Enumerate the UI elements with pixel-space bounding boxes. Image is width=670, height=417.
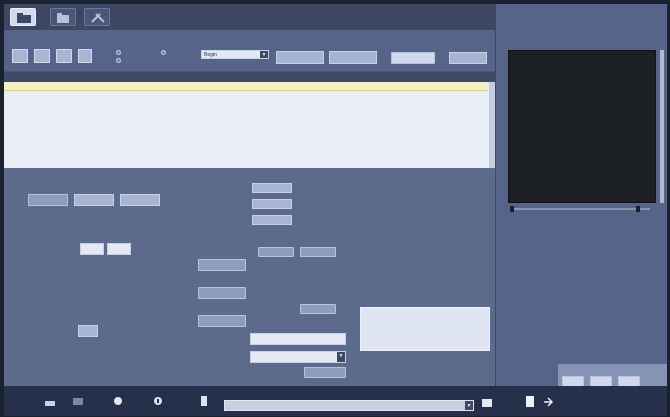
filter-button-4[interactable] (78, 49, 92, 63)
filter-button-1[interactable] (12, 49, 28, 63)
start-icon[interactable] (44, 395, 56, 407)
search-button[interactable] (391, 52, 435, 64)
left-input-a[interactable] (80, 243, 104, 255)
preview-panel (495, 4, 667, 416)
taskbar: ▼ (4, 386, 667, 416)
mid-input[interactable] (250, 333, 346, 345)
left-field-1[interactable] (74, 194, 114, 206)
mid-field[interactable] (252, 183, 292, 193)
folder-icon[interactable] (72, 395, 84, 407)
left-field-3[interactable] (78, 325, 98, 337)
tab-tools-button[interactable] (84, 8, 110, 26)
mid-select[interactable]: ▼ (250, 351, 346, 363)
filter-bar: Begin ▼ (4, 30, 495, 72)
preview-slider[interactable] (510, 206, 650, 212)
mid-left-button-3[interactable] (198, 315, 246, 327)
left-button-1[interactable] (28, 194, 68, 206)
mid-left-button-2[interactable] (198, 287, 246, 299)
document-icon[interactable] (524, 395, 536, 409)
mid-field[interactable] (252, 215, 292, 225)
filter-select-value: Begin (204, 52, 217, 58)
apply-button[interactable] (304, 367, 346, 378)
filter-field-4[interactable] (449, 52, 487, 64)
results-table (4, 72, 495, 168)
radio-option-2[interactable] (116, 58, 121, 63)
preview-scrollbar[interactable] (660, 50, 664, 203)
table-header (4, 72, 495, 82)
command-input[interactable]: ▼ (224, 400, 474, 411)
radio-option-1[interactable] (116, 50, 121, 55)
mid-right-button-1[interactable] (258, 247, 294, 257)
radio-option-3[interactable] (161, 50, 166, 55)
main-toolbar (4, 4, 495, 30)
folder-open-icon (17, 13, 31, 23)
image-preview (508, 50, 656, 203)
filter-select[interactable]: Begin ▼ (201, 50, 269, 59)
notes-textarea[interactable] (360, 307, 490, 351)
chevron-down-icon: ▼ (465, 401, 473, 410)
usb-icon[interactable] (198, 395, 210, 407)
chevron-down-icon: ▼ (337, 352, 345, 362)
settings-icon[interactable] (112, 395, 124, 407)
mid-right-button-2[interactable] (300, 247, 336, 257)
left-field-2[interactable] (120, 194, 160, 206)
details-area: ▼ (4, 169, 495, 386)
print-icon[interactable] (480, 395, 494, 409)
arrow-icon[interactable] (542, 395, 554, 409)
mid-right-button-3[interactable] (300, 304, 336, 314)
filter-button-3[interactable] (56, 49, 72, 63)
left-input-b[interactable] (107, 243, 131, 255)
mid-field[interactable] (252, 199, 292, 209)
chevron-down-icon: ▼ (260, 51, 268, 58)
application-window: Begin ▼ ▼ ▼ (4, 4, 667, 416)
tab-folder-button[interactable] (50, 8, 76, 26)
info-icon[interactable] (152, 395, 164, 407)
date-from-field[interactable] (276, 51, 324, 64)
tab-open-button[interactable] (10, 8, 36, 26)
table-row[interactable] (4, 82, 488, 91)
folder-icon (57, 13, 69, 23)
filter-button-2[interactable] (34, 49, 50, 63)
date-to-field[interactable] (329, 51, 377, 64)
mid-left-button-1[interactable] (198, 259, 246, 271)
tools-icon (91, 13, 105, 23)
